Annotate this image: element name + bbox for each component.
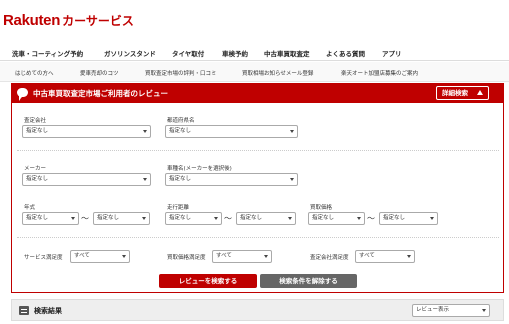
service-satisfaction-label: サービス満足度 bbox=[24, 255, 63, 261]
range-tilde: 〜 bbox=[224, 214, 232, 223]
prefecture-label: 都道府県名 bbox=[167, 118, 195, 124]
review-panel-header: 中古車買取査定市場ご利用者のレビュー 詳細検索 bbox=[11, 83, 504, 103]
maker-select[interactable]: 指定なし bbox=[22, 173, 151, 186]
chevron-down-icon bbox=[142, 217, 146, 220]
list-icon bbox=[19, 306, 29, 315]
year-from-select[interactable]: 指定なし bbox=[22, 212, 79, 225]
subnav-item-beginner[interactable]: はじめての方へ bbox=[15, 69, 54, 77]
display-mode-select[interactable]: レビュー表示 bbox=[412, 304, 490, 317]
speech-bubble-icon bbox=[17, 88, 28, 101]
model-label: 車種名(メーカーを選択後) bbox=[167, 166, 232, 172]
chevron-down-icon bbox=[482, 309, 486, 312]
nav-item-faq[interactable]: よくある質問 bbox=[326, 48, 365, 58]
subnav-item-price-mail[interactable]: 買取相場お知らせメール登録 bbox=[242, 69, 313, 77]
display-mode-value: レビュー表示 bbox=[416, 307, 450, 313]
service-name: カーサービス bbox=[62, 14, 134, 28]
model-select[interactable]: 指定なし bbox=[165, 173, 298, 186]
company-satisfaction-select[interactable]: すべて bbox=[355, 250, 415, 263]
secondary-nav: はじめての方へ 愛車売却のコツ 買取査定市場の評判・口コミ 買取相場お知らせメー… bbox=[0, 62, 509, 82]
chevron-down-icon bbox=[143, 178, 147, 181]
chevron-down-icon bbox=[264, 255, 268, 258]
price-satisfaction-select[interactable]: すべて bbox=[212, 250, 272, 263]
price-to-select[interactable]: 指定なし bbox=[379, 212, 438, 225]
price-satisfaction-value: すべて bbox=[216, 253, 232, 259]
year-label: 年式 bbox=[24, 205, 36, 211]
nav-item-tire[interactable]: タイヤ取付 bbox=[172, 48, 204, 58]
chevron-down-icon bbox=[290, 178, 294, 181]
search-reviews-button[interactable]: レビューを検索する bbox=[159, 274, 257, 288]
company-label: 査定会社 bbox=[24, 118, 47, 124]
advanced-search-label: 詳細検索 bbox=[442, 89, 468, 97]
price-to-value: 指定なし bbox=[383, 215, 406, 221]
maker-select-value: 指定なし bbox=[26, 176, 49, 182]
panel-title: 中古車買取査定市場ご利用者のレビュー bbox=[33, 89, 168, 98]
chevron-down-icon bbox=[430, 217, 434, 220]
range-tilde: 〜 bbox=[81, 214, 89, 223]
maker-label: メーカー bbox=[24, 166, 47, 172]
nav-item-appraisal[interactable]: 中古車買取査定 bbox=[264, 48, 310, 58]
service-satisfaction-select[interactable]: すべて bbox=[70, 250, 130, 263]
mileage-to-select[interactable]: 指定なし bbox=[236, 212, 296, 225]
company-satisfaction-value: すべて bbox=[359, 253, 375, 259]
chevron-down-icon bbox=[122, 255, 126, 258]
chevron-down-icon bbox=[407, 255, 411, 258]
nav-item-app[interactable]: アプリ bbox=[382, 48, 402, 58]
chevron-down-icon bbox=[71, 217, 75, 220]
mileage-to-value: 指定なし bbox=[240, 215, 263, 221]
primary-nav: 洗車・コーティング予約 ガソリンスタンド タイヤ取付 車検予約 中古車買取査定 … bbox=[0, 44, 509, 61]
divider bbox=[17, 150, 499, 151]
subnav-item-tips[interactable]: 愛車売却のコツ bbox=[80, 69, 119, 77]
company-select[interactable]: 指定なし bbox=[22, 125, 151, 138]
chevron-down-icon bbox=[288, 217, 292, 220]
model-select-value: 指定なし bbox=[169, 176, 192, 182]
mileage-from-select[interactable]: 指定なし bbox=[165, 212, 222, 225]
chevron-down-icon bbox=[143, 130, 147, 133]
search-results-header: 検索結果 レビュー表示 bbox=[11, 299, 504, 321]
year-from-value: 指定なし bbox=[26, 215, 49, 221]
chevron-down-icon bbox=[214, 217, 218, 220]
range-tilde: 〜 bbox=[367, 214, 375, 223]
chevron-down-icon bbox=[357, 217, 361, 220]
prefecture-select-value: 指定なし bbox=[169, 128, 192, 134]
chevron-down-icon bbox=[290, 130, 294, 133]
year-to-select[interactable]: 指定なし bbox=[93, 212, 150, 225]
triangle-up-icon bbox=[477, 90, 483, 95]
results-title: 検索結果 bbox=[34, 307, 62, 315]
advanced-search-button[interactable]: 詳細検索 bbox=[436, 86, 489, 100]
price-satisfaction-label: 買取価格満足度 bbox=[167, 255, 206, 261]
rakuten-car-service-logo[interactable]: Rakuten カーサービス bbox=[3, 10, 134, 30]
mileage-from-value: 指定なし bbox=[169, 215, 192, 221]
subnav-item-dealers[interactable]: 楽天オート加盟店募集のご案内 bbox=[341, 69, 418, 77]
subnav-item-reviews[interactable]: 買取査定市場の評判・口コミ bbox=[145, 69, 217, 77]
nav-item-wash[interactable]: 洗車・コーティング予約 bbox=[12, 48, 83, 58]
year-to-value: 指定なし bbox=[97, 215, 120, 221]
company-satisfaction-label: 査定会社満足度 bbox=[310, 255, 349, 261]
nav-item-inspection[interactable]: 車検予約 bbox=[222, 48, 248, 58]
price-label: 買取価格 bbox=[310, 205, 333, 211]
brand-name: Rakuten bbox=[3, 12, 61, 29]
divider bbox=[17, 237, 499, 238]
clear-conditions-button[interactable]: 検索条件を解除する bbox=[260, 274, 357, 288]
service-satisfaction-value: すべて bbox=[74, 253, 90, 259]
company-select-value: 指定なし bbox=[26, 128, 49, 134]
mileage-label: 走行距離 bbox=[167, 205, 190, 211]
price-from-value: 指定なし bbox=[312, 215, 335, 221]
price-from-select[interactable]: 指定なし bbox=[308, 212, 365, 225]
prefecture-select[interactable]: 指定なし bbox=[165, 125, 298, 138]
nav-item-gas[interactable]: ガソリンスタンド bbox=[104, 48, 156, 58]
